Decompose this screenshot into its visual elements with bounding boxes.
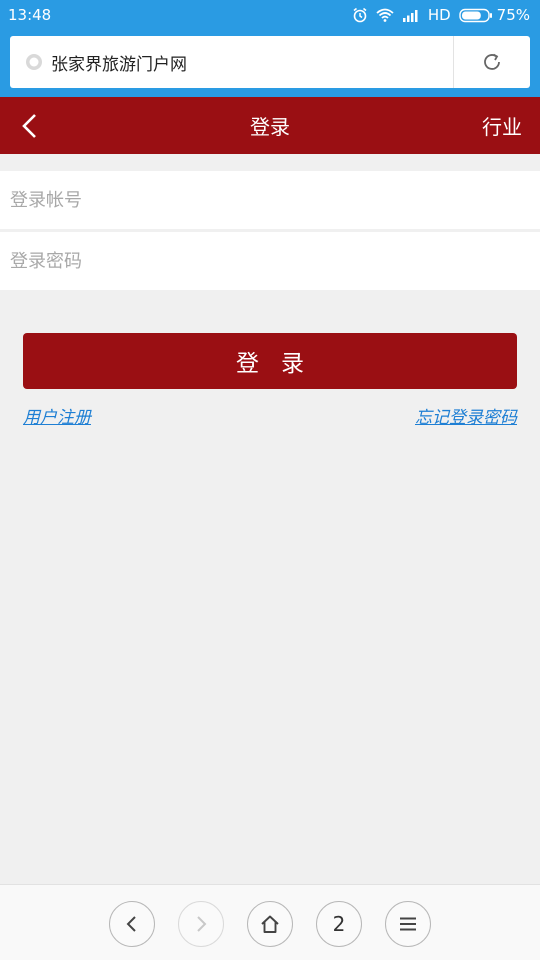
home-icon — [261, 915, 279, 933]
address-bar[interactable]: 张家界旅游门户网 — [10, 36, 530, 88]
account-input[interactable] — [10, 189, 540, 211]
network-type: HD — [427, 6, 451, 24]
address-field[interactable]: 张家界旅游门户网 — [10, 36, 453, 88]
back-arrow-icon[interactable] — [18, 112, 42, 140]
nav-forward-icon — [197, 916, 207, 932]
status-time: 13:48 — [8, 6, 52, 24]
alarm-icon — [353, 7, 367, 23]
industry-link[interactable]: 行业 — [482, 97, 522, 154]
register-link[interactable]: 用户注册 — [23, 403, 91, 428]
app-header: 登录 行业 — [0, 97, 540, 154]
menu-icon — [400, 917, 416, 931]
wifi-icon — [376, 8, 394, 22]
menu-button[interactable] — [385, 901, 431, 947]
password-input[interactable] — [10, 250, 540, 272]
browser-bar: 张家界旅游门户网 — [0, 30, 540, 97]
page-title: 张家界旅游门户网 — [51, 54, 187, 75]
login-button[interactable]: 登录 — [23, 333, 517, 389]
password-field-row — [0, 232, 540, 290]
battery: 75% — [458, 6, 530, 24]
reload-icon — [484, 53, 500, 70]
account-field-row — [0, 171, 540, 229]
nav-back-button[interactable] — [109, 901, 155, 947]
nav-forward-button[interactable] — [178, 901, 224, 947]
status-bar: 13:48 HD 75% — [0, 0, 540, 30]
tabs-button[interactable]: 2 — [316, 901, 362, 947]
battery-percent: 75% — [496, 6, 530, 24]
forgot-password-link[interactable]: 忘记登录密码 — [415, 403, 517, 428]
signal-icon — [402, 10, 418, 22]
reload-button[interactable] — [454, 36, 530, 88]
status-icons: HD 75% — [352, 6, 530, 24]
tab-count: 2 — [332, 912, 346, 936]
home-button[interactable] — [247, 901, 293, 947]
nav-back-icon — [126, 916, 136, 932]
globe-icon — [26, 54, 42, 70]
browser-bottom-nav: 2 — [0, 884, 540, 960]
battery-icon — [458, 8, 492, 22]
header-title: 登录 — [250, 115, 290, 139]
